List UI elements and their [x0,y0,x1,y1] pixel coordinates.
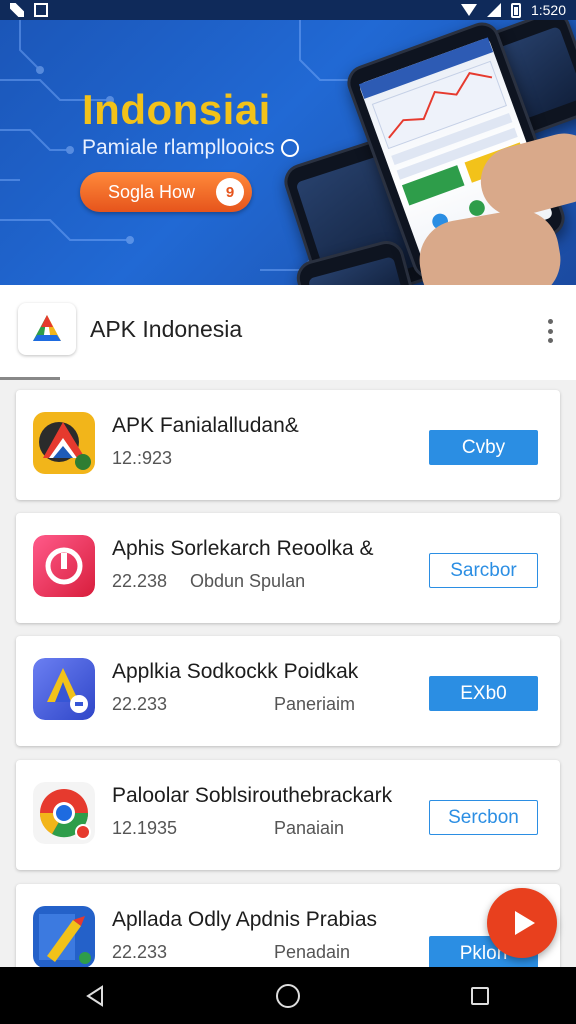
banner-cta-button[interactable]: Sogla How 9 [80,172,252,212]
tab-indicator [0,377,60,380]
app-title: APK Indonesia [90,316,243,342]
app-icon-1 [33,412,95,474]
banner-cta-badge: 9 [216,178,244,206]
app-meta: 22.233 [112,694,168,714]
back-icon[interactable] [76,976,116,1016]
navigation-bar [0,967,576,1024]
app-icon-3 [33,658,95,720]
app-meta: 22.233 [112,942,168,962]
play-icon [514,911,535,935]
notification-icon [10,3,24,17]
app-name: Apllada Odly Apdnis Prabias [112,908,377,931]
banner-cta-label: Sogla How [108,181,196,202]
app-tag: Obdun Spulan [190,571,306,591]
app-name: Paloolar Soblsiroutheb​rackark [112,784,393,807]
list-item[interactable]: Aphis Sorlekarch Reoolka & 22.238 Obdun … [16,513,560,623]
banner-subtitle-text: Pamiale rlampllooics [82,136,275,159]
app-meta: 12.1935 [112,818,178,838]
app-action-button[interactable]: EXb0 [429,676,538,711]
status-time: 1:520 [530,2,566,18]
gallery-icon [34,3,48,17]
apk-logo-icon [18,303,76,355]
wifi-icon [460,4,477,16]
info-icon [280,139,299,157]
promo-banner[interactable]: Indonsiai Pamiale rlampllooics Sogla How… [0,20,576,285]
screen: 1:520 Indonsiai Pamiale rlampllooics Sog… [0,0,576,1024]
app-header: APK Indonesia [0,285,576,380]
app-action-button[interactable]: Sarcbor [429,553,538,588]
list-item[interactable]: Paloolar Soblsiroutheb​rackark 12.1935 P… [16,760,560,870]
app-action-button[interactable]: Sercbon [429,800,538,835]
play-fab-button[interactable] [487,888,557,958]
list-item[interactable]: APK Fanialalludan& 12.:923 Cvby [16,390,560,500]
app-action-button[interactable]: Cvby [429,430,538,465]
list-item[interactable]: Applkia Sodkockk Poidkak 22.233 Paneriai… [16,636,560,746]
app-tag: Penadain [274,942,351,962]
app-tag: Paneriaim [274,694,356,714]
more-vert-icon[interactable] [546,319,554,343]
app-name: Aphis Sorlekarch Reoolka & [112,537,374,560]
app-tag: Panaiain [274,818,345,838]
app-icon-2 [33,535,95,597]
app-name: APK Fanialalludan& [112,414,299,437]
signal-icon [486,3,501,17]
home-icon[interactable] [268,976,308,1016]
app-meta: 12.:923 [112,448,173,468]
app-name: Applkia Sodkockk Poidkak [112,660,359,683]
app-icon-4 [33,782,95,844]
battery-icon [510,2,521,18]
recents-icon[interactable] [460,976,500,1016]
banner-subtitle: Pamiale rlampllooics [82,136,299,160]
banner-title: Indonsiai [82,86,271,133]
app-meta: 22.238 [112,571,168,591]
status-bar: 1:520 [0,0,576,20]
app-icon-5 [33,906,95,968]
